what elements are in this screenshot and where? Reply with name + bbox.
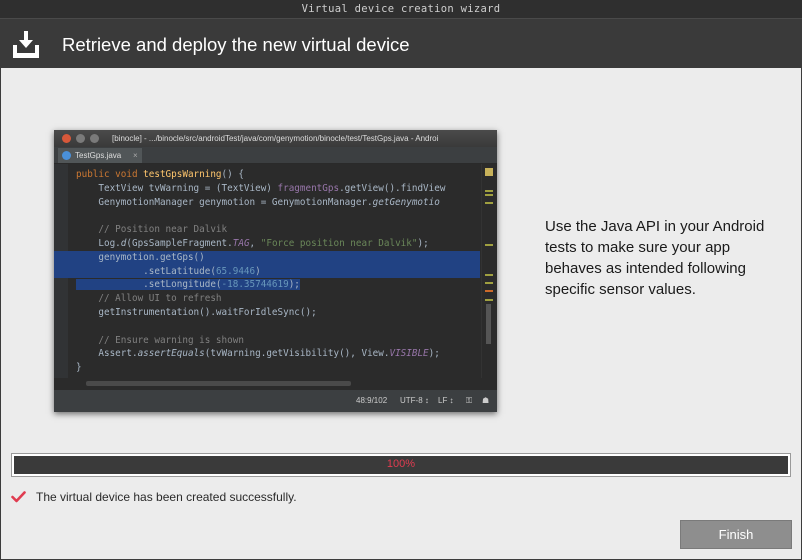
ide-screenshot: [binocle] - .../binocle/src/androidTest/… [54, 130, 497, 412]
ide-title-text: [binocle] - .../binocle/src/androidTest/… [112, 134, 439, 143]
feature-description: Use the Java API in your Android tests t… [545, 218, 765, 298]
tab-label: TestGps.java [75, 151, 122, 160]
page-title: Retrieve and deploy the new virtual devi… [62, 34, 410, 55]
maximize-window-icon [90, 134, 99, 143]
finish-button[interactable]: Finish [680, 520, 792, 549]
code-block: public void testGpsWarning() { TextView … [54, 168, 480, 375]
code-line: // Position near Dalvik [76, 224, 228, 236]
code-line: TextView tvWarning = (TextView) fragment… [76, 182, 446, 194]
tab-testgps: TestGps.java × [58, 148, 142, 163]
progress-label: 100% [386, 458, 416, 470]
code-line: genymotion.getGps() [54, 250, 480, 265]
code-line: GenymotionManager genymotion = Genymotio… [76, 196, 440, 208]
code-line: Log.d(GpsSampleFragment.TAG, "Force posi… [76, 237, 429, 249]
progress-bar: 100% [11, 453, 791, 477]
code-line: // Allow UI to refresh [76, 293, 222, 305]
tab-close-icon: × [133, 151, 138, 160]
cursor-position: 48:9/102 [356, 396, 388, 405]
code-line: Assert.assertEquals(tvWarning.getVisibil… [76, 348, 440, 360]
editor-horizontal-scrollbar [54, 378, 480, 388]
wizard-header: Retrieve and deploy the new virtual devi… [0, 18, 802, 69]
checkmark-icon [11, 491, 26, 503]
ide-title-bar: [binocle] - .../binocle/src/androidTest/… [54, 130, 497, 147]
line-separator-indicator: LF ↕ [438, 396, 454, 405]
code-line: getInstrumentation().waitForIdleSync(); [76, 306, 317, 318]
code-line: // Ensure warning is shown [76, 334, 244, 346]
ide-tab-bar: TestGps.java × [54, 147, 497, 164]
window-title: Virtual device creation wizard [0, 0, 802, 18]
ide-status-bar: 48:9/102 UTF-8 ↕ LF ↕ ⚿ ☗ [54, 390, 497, 412]
code-editor: public void testGpsWarning() { TextView … [54, 164, 480, 378]
editor-vertical-scrollbar [481, 164, 497, 378]
encoding-indicator: UTF-8 ↕ [400, 396, 429, 405]
minimize-window-icon [76, 134, 85, 143]
status-text: The virtual device has been created succ… [36, 490, 297, 504]
java-class-icon [62, 151, 71, 160]
lock-icon: ⚿ [466, 396, 473, 405]
inspector-icon: ☗ [482, 396, 490, 405]
wizard-content: [binocle] - .../binocle/src/androidTest/… [1, 68, 801, 559]
code-line: .setLongitude(-18.35744619); [76, 279, 300, 291]
close-window-icon [62, 134, 71, 143]
code-line: public void testGpsWarning() { [76, 169, 244, 180]
download-tray-icon [13, 31, 39, 58]
code-line: .setLatitude(65.9446) [54, 264, 480, 279]
code-line: } [76, 362, 82, 374]
